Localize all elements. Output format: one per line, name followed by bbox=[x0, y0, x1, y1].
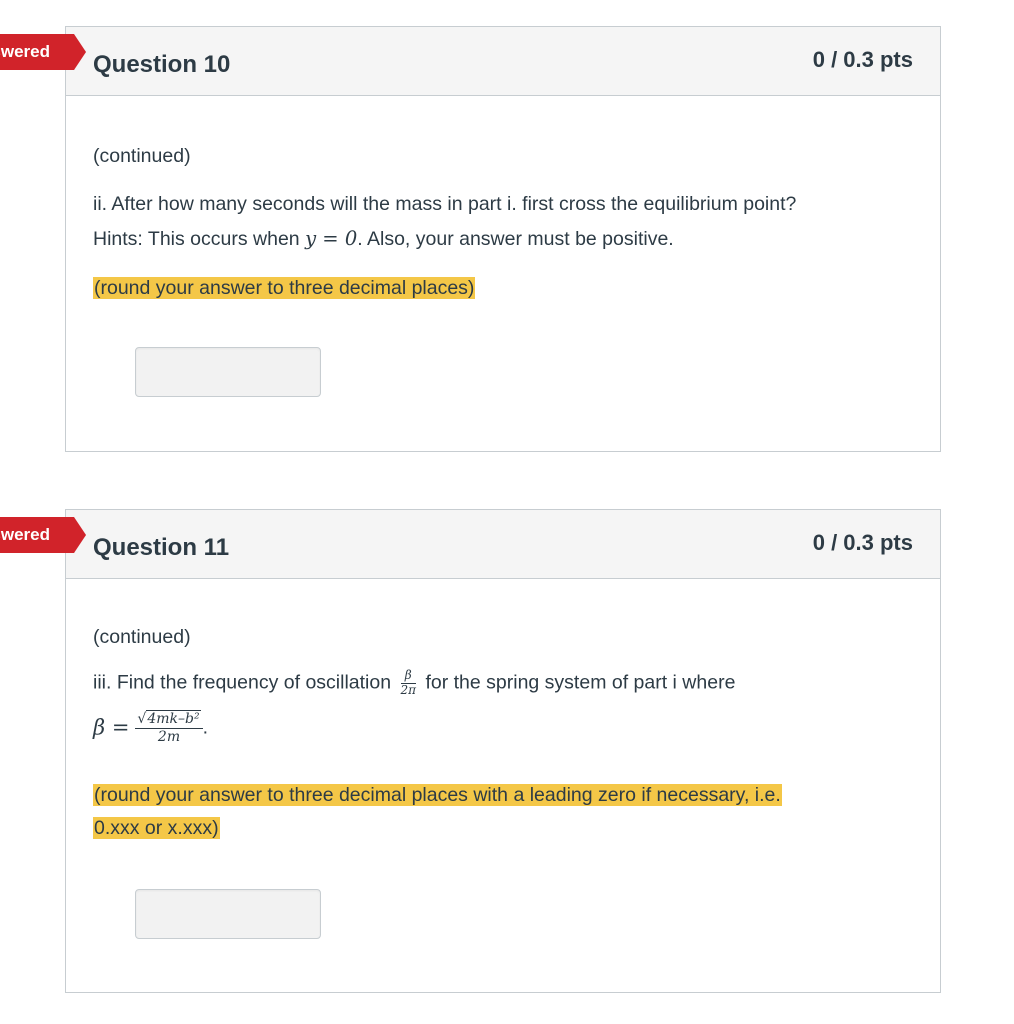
fraction-numerator: β bbox=[400, 668, 417, 684]
question-header: Question 11 0 / 0.3 pts bbox=[66, 510, 940, 579]
beta-numerator: √4mk–b² bbox=[135, 710, 203, 729]
equation: y = 0 bbox=[305, 227, 358, 250]
question-header: Question 10 0 / 0.3 pts bbox=[66, 27, 940, 96]
period: . bbox=[202, 716, 209, 739]
rounding-instruction: (round your answer to three decimal plac… bbox=[93, 276, 476, 301]
answer-input[interactable] bbox=[135, 889, 321, 939]
text-suffix: for the spring system of part i where bbox=[420, 671, 736, 694]
fraction-denominator: 2π bbox=[400, 682, 417, 697]
beta-lhs: β = bbox=[93, 715, 130, 740]
rounding-instruction-cont: 0.xxx or x.xxx) bbox=[93, 816, 220, 841]
beta-formula: β = √4mk–b² 2m. bbox=[93, 710, 209, 746]
question-10: Question 10 0 / 0.3 pts (continued) ii. … bbox=[65, 26, 941, 452]
beta-fraction: √4mk–b² 2m bbox=[135, 710, 203, 746]
question-points: 0 / 0.3 pts bbox=[812, 530, 913, 555]
question-title: Question 11 bbox=[93, 534, 230, 561]
sqrt-symbol: √ bbox=[137, 711, 147, 727]
question-text: ii. After how many seconds will the mass… bbox=[93, 193, 797, 215]
beta-denominator: 2m bbox=[157, 728, 181, 745]
question-text: iii. Find the frequency of oscillation β… bbox=[93, 668, 736, 698]
rounding-instruction: (round your answer to three decimal plac… bbox=[93, 783, 782, 808]
unanswered-flag: Unanswered bbox=[0, 517, 86, 553]
highlighted-text: 0.xxx or x.xxx) bbox=[93, 817, 220, 839]
highlighted-text: (round your answer to three decimal plac… bbox=[93, 784, 782, 806]
hint-suffix: . Also, your answer must be positive. bbox=[357, 228, 674, 250]
answer-input[interactable] bbox=[135, 347, 321, 397]
hint-text: Hints: This occurs when y = 0. Also, you… bbox=[93, 226, 674, 252]
question-points: 0 / 0.3 pts bbox=[812, 47, 913, 72]
highlighted-text: (round your answer to three decimal plac… bbox=[93, 277, 476, 299]
continued-label: (continued) bbox=[93, 626, 191, 648]
hint-prefix: Hints: This occurs when bbox=[93, 228, 306, 250]
fraction: β 2π bbox=[400, 668, 417, 698]
continued-label: (continued) bbox=[93, 145, 191, 167]
question-title: Question 10 bbox=[93, 51, 231, 78]
question-11: Question 11 0 / 0.3 pts (continued) iii.… bbox=[65, 509, 941, 993]
text-prefix: iii. Find the frequency of oscillation bbox=[93, 671, 397, 694]
unanswered-flag: Unanswered bbox=[0, 34, 86, 70]
radicand: 4mk–b² bbox=[146, 710, 201, 727]
